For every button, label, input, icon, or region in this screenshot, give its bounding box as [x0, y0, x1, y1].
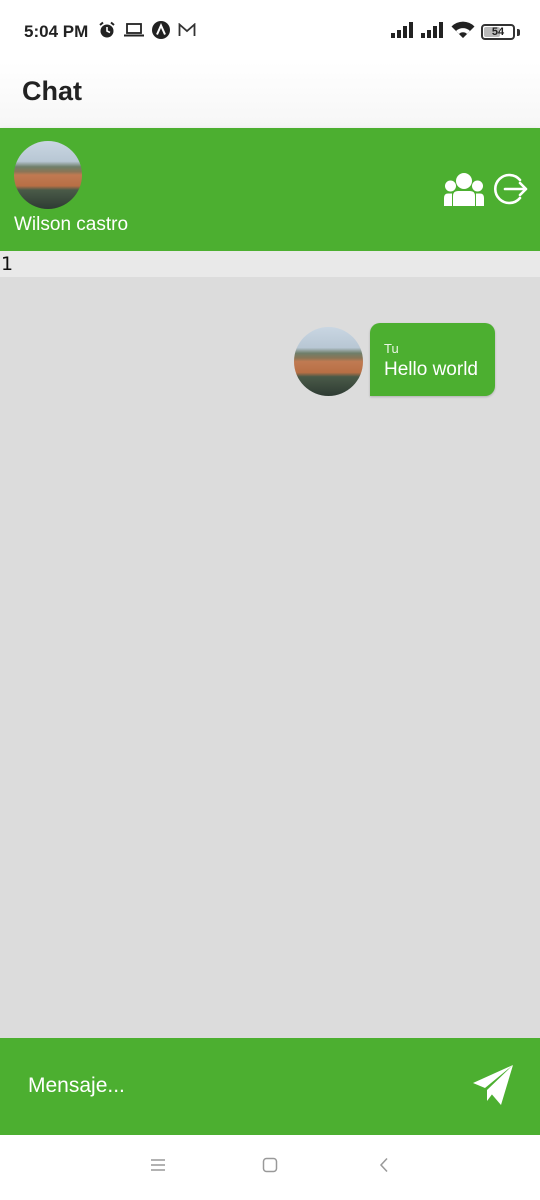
a-circle-icon	[152, 20, 170, 44]
signal-icon	[421, 21, 445, 43]
wifi-icon	[451, 21, 475, 44]
laptop-icon	[124, 22, 144, 43]
system-nav-bar	[0, 1135, 540, 1200]
app-bar: Chat	[0, 62, 540, 128]
menu-button[interactable]	[144, 1155, 172, 1179]
page-title: Chat	[22, 76, 82, 106]
send-icon	[471, 1063, 515, 1112]
message-counter: 1	[1, 253, 14, 275]
user-name: Wilson castro	[14, 214, 129, 235]
battery-level: 54	[491, 26, 505, 38]
status-time: 5:04 PM	[24, 22, 89, 41]
status-bar: 5:04 PM 54	[0, 0, 540, 62]
message-avatar	[294, 327, 363, 396]
back-icon	[378, 1157, 390, 1178]
group-icon[interactable]	[444, 172, 484, 211]
gmail-icon	[178, 22, 196, 42]
back-button[interactable]	[370, 1155, 398, 1179]
battery-tip	[517, 28, 520, 36]
message-author: Tu	[384, 341, 399, 356]
alarm-icon	[98, 21, 116, 44]
avatar[interactable]	[14, 141, 82, 209]
message-input[interactable]	[16, 1066, 436, 1106]
menu-icon	[150, 1158, 166, 1177]
home-icon	[262, 1157, 278, 1178]
message-text: Hello world	[384, 359, 478, 380]
header-actions	[444, 171, 528, 212]
signal-icon	[391, 21, 415, 43]
counter-row: 1	[0, 251, 540, 277]
battery-icon: 54	[481, 24, 515, 40]
logout-icon[interactable]	[492, 171, 528, 212]
message-bubble[interactable]: Tu Hello world	[370, 323, 495, 396]
avatar-image	[294, 327, 363, 396]
status-left-icons	[98, 20, 196, 44]
chat-header: Wilson castro	[0, 128, 540, 251]
send-button[interactable]	[470, 1064, 516, 1110]
message-list[interactable]: Tu Hello world	[0, 277, 540, 1038]
message-composer	[0, 1038, 540, 1135]
avatar-image	[14, 141, 82, 209]
status-right-icons: 54	[391, 21, 520, 44]
home-button[interactable]	[256, 1155, 284, 1179]
